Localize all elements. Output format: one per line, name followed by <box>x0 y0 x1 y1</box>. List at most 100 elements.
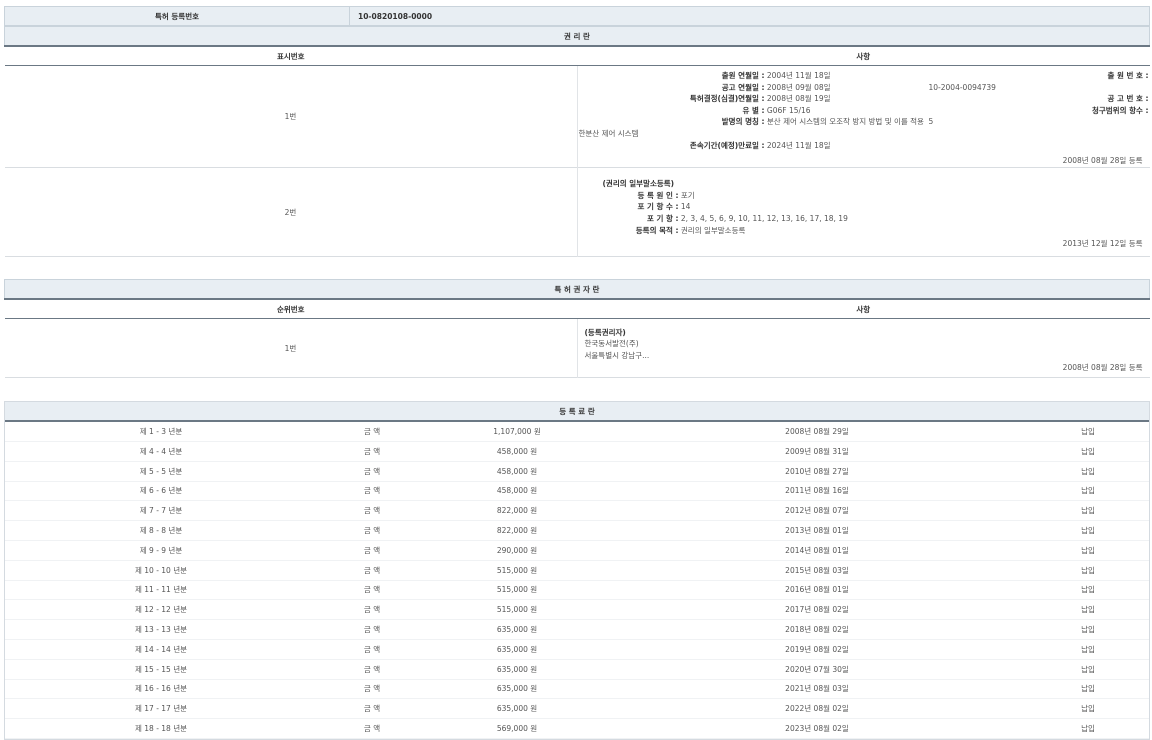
fee-row: 제 4 - 4 년분금 액458,000 원2009년 08월 31일납입 <box>5 441 1149 461</box>
fee-row: 제 18 - 18 년분금 액569,000 원2023년 08월 02일납입 <box>5 719 1149 739</box>
fee-row: 제 15 - 15 년분금 액635,000 원2020년 07월 30일납입 <box>5 659 1149 679</box>
fee-status: 납입 <box>1027 501 1149 521</box>
fee-amount: 635,000 원 <box>427 620 607 640</box>
fee-status: 납입 <box>1027 600 1149 620</box>
fee-amount: 458,000 원 <box>427 441 607 461</box>
fee-amount: 458,000 원 <box>427 481 607 501</box>
fee-amount: 635,000 원 <box>427 679 607 699</box>
fee-period: 제 12 - 12 년분 <box>5 600 317 620</box>
fee-period: 제 15 - 15 년분 <box>5 659 317 679</box>
fee-period: 제 1 - 3 년분 <box>5 422 317 441</box>
fee-amount: 569,000 원 <box>427 719 607 739</box>
fee-status: 납입 <box>1027 441 1149 461</box>
fee-date: 2017년 08월 02일 <box>607 600 1027 620</box>
fee-amount: 1,107,000 원 <box>427 422 607 441</box>
registration-number-value: 10-0820108-0000 <box>350 7 1150 26</box>
fee-status: 납입 <box>1027 540 1149 560</box>
fee-period: 제 16 - 16 년분 <box>5 679 317 699</box>
fee-amount: 515,000 원 <box>427 600 607 620</box>
fee-date: 2022년 08월 02일 <box>607 699 1027 719</box>
fee-row: 제 8 - 8 년분금 액822,000 원2013년 08월 01일납입 <box>5 521 1149 541</box>
rights-col-num: 표시번호 <box>5 46 578 66</box>
owners-section-title: 특 허 권 자 란 <box>5 280 1150 300</box>
fee-date: 2011년 08월 16일 <box>607 481 1027 501</box>
rights-row-1-num: 1번 <box>5 66 578 168</box>
fee-label: 금 액 <box>317 719 427 739</box>
fee-date: 2016년 08월 01일 <box>607 580 1027 600</box>
rights-section: 권 리 란 표시번호 사항 1번 출원 연월일 : 2004년 11월 18일 … <box>4 26 1150 257</box>
rights-row-1-date: 2008년 08월 28일 등록 <box>579 155 1149 166</box>
fee-date: 2020년 07월 30일 <box>607 659 1027 679</box>
owners-section: 특 허 권 자 란 순위번호 사항 1번 (등록권리자) 한국동서발전(주) 서… <box>4 279 1150 378</box>
fee-period: 제 9 - 9 년분 <box>5 540 317 560</box>
fee-label: 금 액 <box>317 580 427 600</box>
fee-label: 금 액 <box>317 560 427 580</box>
fee-status: 납입 <box>1027 620 1149 640</box>
fee-row: 제 14 - 14 년분금 액635,000 원2019년 08월 02일납입 <box>5 639 1149 659</box>
fee-date: 2015년 08월 03일 <box>607 560 1027 580</box>
fee-date: 2019년 08월 02일 <box>607 639 1027 659</box>
fees-section: 등 록 료 란 제 1 - 3 년분금 액1,107,000 원2008년 08… <box>4 401 1150 740</box>
owners-col-num: 순위번호 <box>5 299 578 319</box>
fee-status: 납입 <box>1027 679 1149 699</box>
fee-amount: 515,000 원 <box>427 580 607 600</box>
fee-label: 금 액 <box>317 481 427 501</box>
fee-label: 금 액 <box>317 540 427 560</box>
fee-period: 제 14 - 14 년분 <box>5 639 317 659</box>
rights-row-1: 1번 출원 연월일 : 2004년 11월 18일 공고 연월일 : 2008년… <box>5 66 1150 168</box>
rights-row-1-left: 출원 연월일 : 2004년 11월 18일 공고 연월일 : 2008년 09… <box>579 70 929 151</box>
owners-row-1-name: 한국동서발전(주) <box>579 338 1149 350</box>
owners-col-content: 사항 <box>577 299 1150 319</box>
fee-label: 금 액 <box>317 600 427 620</box>
rights-row-1-right: 출 원 번 호 : 10-2004-0094739 공 고 번 호 : 청구범위… <box>929 70 1149 151</box>
fee-status: 납입 <box>1027 719 1149 739</box>
fee-row: 제 5 - 5 년분금 액458,000 원2010년 08월 27일납입 <box>5 461 1149 481</box>
fee-status: 납입 <box>1027 481 1149 501</box>
fee-status: 납입 <box>1027 659 1149 679</box>
fee-row: 제 17 - 17 년분금 액635,000 원2022년 08월 02일납입 <box>5 699 1149 719</box>
fee-period: 제 8 - 8 년분 <box>5 521 317 541</box>
fee-date: 2021년 08월 03일 <box>607 679 1027 699</box>
fee-row: 제 7 - 7 년분금 액822,000 원2012년 08월 07일납입 <box>5 501 1149 521</box>
fee-label: 금 액 <box>317 699 427 719</box>
fee-row: 제 16 - 16 년분금 액635,000 원2021년 08월 03일납입 <box>5 679 1149 699</box>
fee-amount: 290,000 원 <box>427 540 607 560</box>
fee-label: 금 액 <box>317 620 427 640</box>
fee-amount: 822,000 원 <box>427 521 607 541</box>
fee-amount: 458,000 원 <box>427 461 607 481</box>
fee-label: 금 액 <box>317 521 427 541</box>
fee-row: 제 1 - 3 년분금 액1,107,000 원2008년 08월 29일납입 <box>5 422 1149 441</box>
fee-label: 금 액 <box>317 501 427 521</box>
fee-status: 납입 <box>1027 560 1149 580</box>
rights-row-2-date: 2013년 12월 12일 등록 <box>579 238 1149 249</box>
fee-period: 제 17 - 17 년분 <box>5 699 317 719</box>
fee-date: 2018년 08월 02일 <box>607 620 1027 640</box>
fee-row: 제 10 - 10 년분금 액515,000 원2015년 08월 03일납입 <box>5 560 1149 580</box>
fee-row: 제 12 - 12 년분금 액515,000 원2017년 08월 02일납입 <box>5 600 1149 620</box>
fee-date: 2010년 08월 27일 <box>607 461 1027 481</box>
rights-row-2: 2번 (권리의 일부말소등록) 등 록 원 인 : 포기 포 기 항 수 : 1… <box>5 168 1150 257</box>
fee-status: 납입 <box>1027 699 1149 719</box>
owners-row-1-date: 2008년 08월 28일 등록 <box>579 362 1149 373</box>
rights-row-2-heading: (권리의 일부말소등록) <box>579 178 1149 190</box>
owners-row-1-address: 서울특별시 강남구... <box>579 350 1149 362</box>
registration-number-table: 특허 등록번호 10-0820108-0000 <box>4 6 1150 26</box>
fee-date: 2013년 08월 01일 <box>607 521 1027 541</box>
registration-number-label: 특허 등록번호 <box>5 7 350 26</box>
fee-row: 제 9 - 9 년분금 액290,000 원2014년 08월 01일납입 <box>5 540 1149 560</box>
fee-row: 제 11 - 11 년분금 액515,000 원2016년 08월 01일납입 <box>5 580 1149 600</box>
fee-date: 2009년 08월 31일 <box>607 441 1027 461</box>
fee-period: 제 4 - 4 년분 <box>5 441 317 461</box>
fee-period: 제 6 - 6 년분 <box>5 481 317 501</box>
fee-status: 납입 <box>1027 422 1149 441</box>
fee-date: 2008년 08월 29일 <box>607 422 1027 441</box>
fee-status: 납입 <box>1027 461 1149 481</box>
fee-label: 금 액 <box>317 441 427 461</box>
fee-date: 2014년 08월 01일 <box>607 540 1027 560</box>
fee-status: 납입 <box>1027 580 1149 600</box>
fee-label: 금 액 <box>317 659 427 679</box>
rights-col-content: 사항 <box>577 46 1150 66</box>
fee-period: 제 7 - 7 년분 <box>5 501 317 521</box>
fee-status: 납입 <box>1027 639 1149 659</box>
rights-section-title: 권 리 란 <box>5 27 1150 47</box>
